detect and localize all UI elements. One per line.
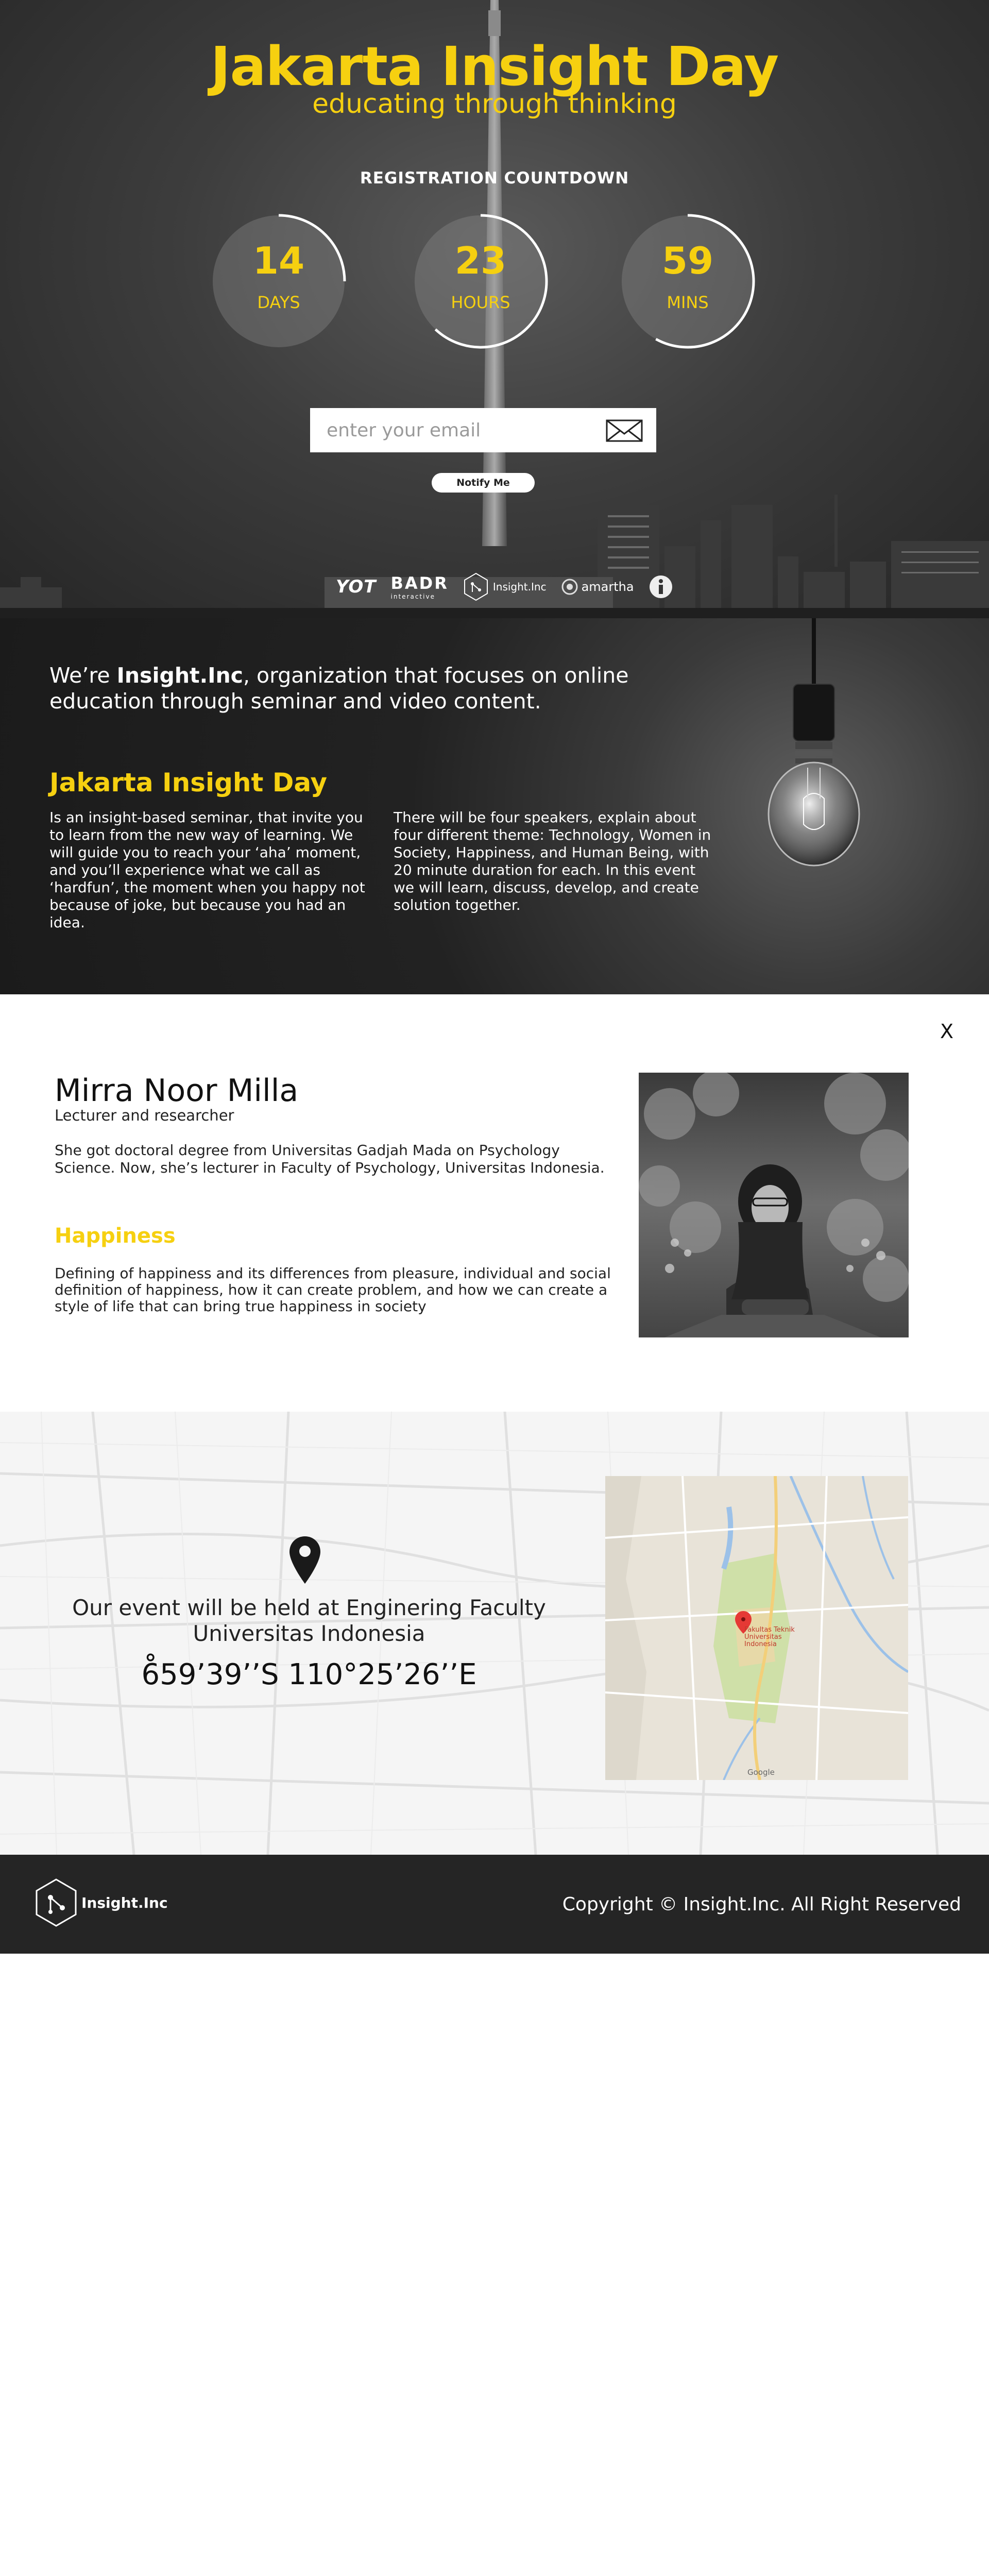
countdown-mins: 59 MINS xyxy=(622,214,755,349)
light-bulb-icon xyxy=(768,618,860,867)
venue-section: Our event will be held at Enginering Fac… xyxy=(0,1412,989,1855)
speaker-bio: She got doctoral degree from Universitas… xyxy=(55,1142,605,1176)
about-description-left: Is an insight-based seminar, that invite… xyxy=(49,809,365,931)
sponsor-insight: Insight.Inc xyxy=(463,572,547,601)
intro-prefix: We’re xyxy=(49,663,117,688)
footer-logo[interactable]: Insight.Inc xyxy=(34,1878,168,1927)
countdown-hours: 23 HOURS xyxy=(415,214,548,349)
countdown-days-value: 14 xyxy=(252,239,305,282)
sponsor-badr: BADR interactive xyxy=(391,573,449,600)
footer: Insight.Inc Copyright © Insight.Inc. All… xyxy=(0,1855,989,1954)
sponsor-badr-name: BADR xyxy=(390,573,449,593)
map-place-label: Fakultas Teknik Universitas Indonesia xyxy=(744,1626,795,1648)
countdown-hours-unit: HOURS xyxy=(451,293,510,312)
notify-me-button[interactable]: Notify Me xyxy=(432,473,535,493)
speaker-role: Lecturer and researcher xyxy=(55,1107,234,1124)
sponsor-amartha: amartha xyxy=(561,578,634,596)
speaker-name: Mirra Noor Milla xyxy=(55,1073,299,1109)
insight-logo-icon xyxy=(464,572,488,601)
sponsor-yot: YOT xyxy=(336,577,377,597)
topic-description: Defining of happiness and its difference… xyxy=(55,1265,611,1315)
sponsor-insight-name: Insight.Inc xyxy=(492,581,547,593)
intro-brand: Insight.Inc xyxy=(116,663,243,688)
sponsor-logos: YOT BADR interactive Insight.Inc amartha xyxy=(336,569,673,605)
speaker-photo xyxy=(639,1073,909,1337)
footer-logo-text: Insight.Inc xyxy=(81,1894,168,1911)
hero-subtitle: educating through thinking xyxy=(312,89,677,120)
countdown-mins-value: 59 xyxy=(661,239,714,282)
countdown-hours-value: 23 xyxy=(454,239,507,282)
venue-coordinates: 6̊59’39’’S 110°25’26’’E xyxy=(141,1658,477,1691)
insight-logo-icon xyxy=(36,1878,77,1927)
mail-icon[interactable] xyxy=(604,418,645,443)
about-description-right: There will be four speakers, explain abo… xyxy=(394,809,711,913)
sponsor-badr-sub: interactive xyxy=(390,593,435,600)
speaker-section: X Mirra Noor Milla Lecturer and research… xyxy=(0,994,989,1412)
countdown-days-unit: DAYS xyxy=(257,293,300,312)
copyright-text: Copyright © Insight.Inc. All Right Reser… xyxy=(562,1894,961,1915)
about-section: We’re Insight.Inc, organization that foc… xyxy=(0,618,989,994)
countdown-days: 14 DAYS xyxy=(213,214,346,347)
email-input[interactable] xyxy=(310,408,599,452)
map-google-attribution: Google xyxy=(747,1768,775,1777)
topic-title: Happiness xyxy=(55,1224,176,1248)
venue-description: Our event will be held at Enginering Fac… xyxy=(72,1595,546,1646)
hero-section: Jakarta Insight Day educating through th… xyxy=(0,0,989,618)
location-map[interactable]: Fakultas Teknik Universitas Indonesia Go… xyxy=(605,1476,908,1780)
countdown-label: REGISTRATION COUNTDOWN xyxy=(360,169,629,188)
sponsor-amartha-name: amartha xyxy=(581,580,634,594)
about-heading: Jakarta Insight Day xyxy=(49,768,328,798)
speaker-photo-image xyxy=(639,1073,909,1337)
close-button[interactable]: X xyxy=(936,1021,957,1042)
info-icon xyxy=(649,575,672,598)
email-form xyxy=(310,408,656,452)
map-pin-icon xyxy=(289,1536,320,1584)
countdown-mins-unit: MINS xyxy=(667,293,709,312)
amartha-logo-icon xyxy=(561,579,578,595)
about-intro: We’re Insight.Inc, organization that foc… xyxy=(49,663,709,714)
